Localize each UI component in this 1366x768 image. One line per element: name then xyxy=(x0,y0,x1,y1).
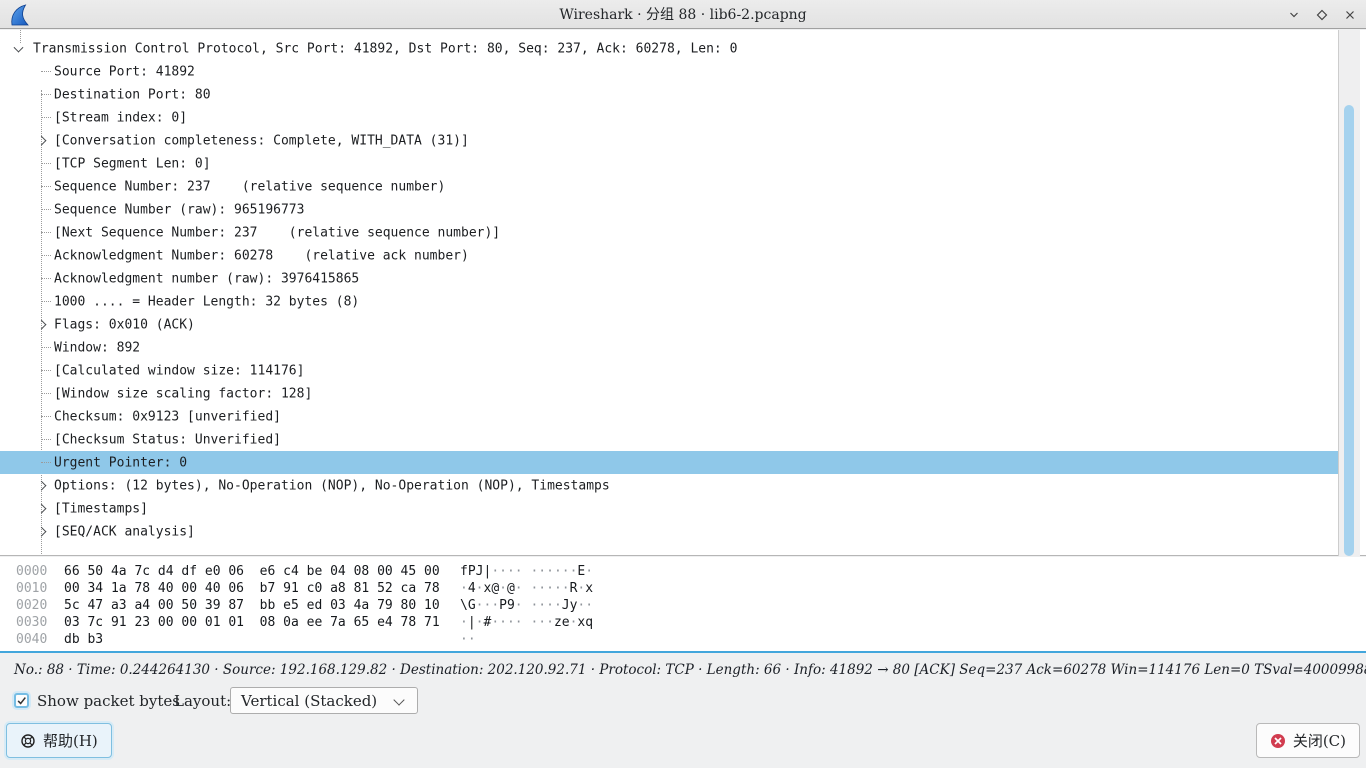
tree-row-label: Sequence Number: 237 (relative sequence … xyxy=(54,179,445,194)
hex-bytes: 00 34 1a 78 40 00 40 06 b7 91 c0 a8 81 5… xyxy=(64,581,440,596)
hex-ascii: ·· xyxy=(460,632,476,647)
hex-ascii: fPJ|···· ······E· xyxy=(460,564,593,579)
hex-dump-row[interactable]: 0040 db b3 ·· xyxy=(0,632,1366,649)
tree-row-label: Acknowledgment Number: 60278 (relative a… xyxy=(54,248,469,263)
tree-scrollbar-track[interactable] xyxy=(1338,30,1360,556)
layout-dropdown-value: Vertical (Stacked) xyxy=(241,692,377,710)
close-window-button[interactable] xyxy=(1342,7,1358,23)
maximize-button[interactable] xyxy=(1314,7,1330,23)
hex-offset: 0000 xyxy=(16,564,47,579)
tree-row-label: [SEQ/ACK analysis] xyxy=(54,524,195,539)
tree-row-label: [Conversation completeness: Complete, WI… xyxy=(54,133,469,148)
help-icon xyxy=(20,733,36,749)
tree-row-label: [Checksum Status: Unverified] xyxy=(54,432,281,447)
tree-row-label: Urgent Pointer: 0 xyxy=(54,455,187,470)
hex-offset: 0040 xyxy=(16,632,47,647)
hex-ascii: ·4·x@·@· ·····R·x xyxy=(460,581,593,596)
tree-row-label: Window: 892 xyxy=(54,340,140,355)
hex-bytes: db b3 xyxy=(64,632,103,647)
expand-icon[interactable] xyxy=(37,135,47,145)
tree-row[interactable]: Acknowledgment Number: 60278 (relative a… xyxy=(0,244,1338,267)
tree-row[interactable]: [Checksum Status: Unverified] xyxy=(0,428,1338,451)
tree-row-label: Acknowledgment number (raw): 3976415865 xyxy=(54,271,359,286)
hex-bytes: 5c 47 a3 a4 00 50 39 87 bb e5 ed 03 4a 7… xyxy=(64,598,440,613)
chevron-down-icon xyxy=(393,694,404,705)
hex-dump-pane[interactable]: 0000 66 50 4a 7c d4 df e0 06 e6 c4 be 04 … xyxy=(0,557,1366,653)
tree-row[interactable]: Window: 892 xyxy=(0,336,1338,359)
tree-row[interactable]: Flags: 0x010 (ACK) xyxy=(0,313,1338,336)
tree-row-label: Source Port: 41892 xyxy=(54,64,195,79)
show-packet-bytes-label[interactable]: Show packet bytes xyxy=(37,692,180,710)
tree-row-label: [Next Sequence Number: 237 (relative seq… xyxy=(54,225,500,240)
tree-row[interactable]: Urgent Pointer: 0 xyxy=(0,451,1338,474)
tree-row-label: Destination Port: 80 xyxy=(54,87,211,102)
expand-icon[interactable] xyxy=(37,526,47,536)
tree-row[interactable]: [Conversation completeness: Complete, WI… xyxy=(0,129,1338,152)
tree-row-label: Checksum: 0x9123 [unverified] xyxy=(54,409,281,424)
tree-row-label: [Timestamps] xyxy=(54,501,148,516)
help-button[interactable]: 帮助(H) xyxy=(6,723,112,758)
tree-row-label: [Stream index: 0] xyxy=(54,110,187,125)
hex-offset: 0030 xyxy=(16,615,47,630)
packet-dialog-window: Wireshark · 分组 88 · lib6-2.pcapng Transm… xyxy=(0,0,1366,768)
close-red-icon xyxy=(1270,733,1286,749)
tree-row[interactable]: [Calculated window size: 114176] xyxy=(0,359,1338,382)
minimize-button[interactable] xyxy=(1286,7,1302,23)
layout-dropdown[interactable]: Vertical (Stacked) xyxy=(230,687,418,714)
hex-dump-row[interactable]: 0020 5c 47 a3 a4 00 50 39 87 bb e5 ed 03 … xyxy=(0,598,1366,615)
hex-ascii: ·|·#···· ···ze·xq xyxy=(460,615,593,630)
hex-dump-row[interactable]: 0010 00 34 1a 78 40 00 40 06 b7 91 c0 a8 … xyxy=(0,581,1366,598)
window-title: Wireshark · 分组 88 · lib6-2.pcapng xyxy=(0,4,1366,24)
hex-offset: 0020 xyxy=(16,598,47,613)
title-bar: Wireshark · 分组 88 · lib6-2.pcapng xyxy=(0,0,1366,29)
tree-row[interactable]: [TCP Segment Len: 0] xyxy=(0,152,1338,175)
tree-row[interactable]: 1000 .... = Header Length: 32 bytes (8) xyxy=(0,290,1338,313)
tree-row-label: Flags: 0x010 (ACK) xyxy=(54,317,195,332)
help-button-label: 帮助(H) xyxy=(43,730,98,751)
tree-row[interactable]: Sequence Number: 237 (relative sequence … xyxy=(0,175,1338,198)
packet-summary-status: No.: 88 · Time: 0.244264130 · Source: 19… xyxy=(14,662,1366,678)
tree-row[interactable]: Destination Port: 80 xyxy=(0,83,1338,106)
tree-row[interactable]: [Window size scaling factor: 128] xyxy=(0,382,1338,405)
hex-dump-row[interactable]: 0030 03 7c 91 23 00 00 01 01 08 0a ee 7a … xyxy=(0,615,1366,632)
hex-ascii: \G···P9· ····Jy·· xyxy=(460,598,593,613)
tree-row[interactable]: [Timestamps] xyxy=(0,497,1338,520)
tree-row[interactable]: Acknowledgment number (raw): 3976415865 xyxy=(0,267,1338,290)
close-button[interactable]: 关闭(C) xyxy=(1256,723,1360,758)
tree-row-label: 1000 .... = Header Length: 32 bytes (8) xyxy=(54,294,359,309)
tree-row-label: [Calculated window size: 114176] xyxy=(54,363,304,378)
window-controls xyxy=(1286,0,1358,29)
expand-icon[interactable] xyxy=(37,480,47,490)
collapse-icon[interactable] xyxy=(14,42,24,52)
hex-offset: 0010 xyxy=(16,581,47,596)
packet-detail-tree-rows: Transmission Control Protocol, Src Port:… xyxy=(0,37,1338,543)
tree-row-label: Options: (12 bytes), No-Operation (NOP),… xyxy=(54,478,610,493)
hex-bytes: 66 50 4a 7c d4 df e0 06 e6 c4 be 04 08 0… xyxy=(64,564,440,579)
tree-row[interactable]: [Next Sequence Number: 237 (relative seq… xyxy=(0,221,1338,244)
hex-bytes: 03 7c 91 23 00 00 01 01 08 0a ee 7a 65 e… xyxy=(64,615,440,630)
checkmark-icon xyxy=(16,694,27,707)
tree-row[interactable]: [Stream index: 0] xyxy=(0,106,1338,129)
packet-detail-tree[interactable]: Transmission Control Protocol, Src Port:… xyxy=(0,30,1366,556)
tree-row[interactable]: Checksum: 0x9123 [unverified] xyxy=(0,405,1338,428)
tree-row[interactable]: [SEQ/ACK analysis] xyxy=(0,520,1338,543)
tree-row-label: [Window size scaling factor: 128] xyxy=(54,386,312,401)
expand-icon[interactable] xyxy=(37,503,47,513)
tree-row[interactable]: Sequence Number (raw): 965196773 xyxy=(0,198,1338,221)
expand-icon[interactable] xyxy=(37,319,47,329)
tree-row-label: Sequence Number (raw): 965196773 xyxy=(54,202,304,217)
tree-row-label: Transmission Control Protocol, Src Port:… xyxy=(33,41,737,56)
close-button-label: 关闭(C) xyxy=(1293,730,1346,751)
tree-row[interactable]: Source Port: 41892 xyxy=(0,60,1338,83)
tree-row[interactable]: Options: (12 bytes), No-Operation (NOP),… xyxy=(0,474,1338,497)
layout-label: Layout: xyxy=(174,692,231,710)
tree-row[interactable]: Transmission Control Protocol, Src Port:… xyxy=(0,37,1338,60)
show-packet-bytes-checkbox[interactable] xyxy=(14,693,29,708)
hex-dump-row[interactable]: 0000 66 50 4a 7c d4 df e0 06 e6 c4 be 04 … xyxy=(0,564,1366,581)
tree-scrollbar-thumb[interactable] xyxy=(1344,105,1354,556)
tree-row-label: [TCP Segment Len: 0] xyxy=(54,156,211,171)
hex-dump-rows: 0000 66 50 4a 7c d4 df e0 06 e6 c4 be 04 … xyxy=(0,564,1366,649)
